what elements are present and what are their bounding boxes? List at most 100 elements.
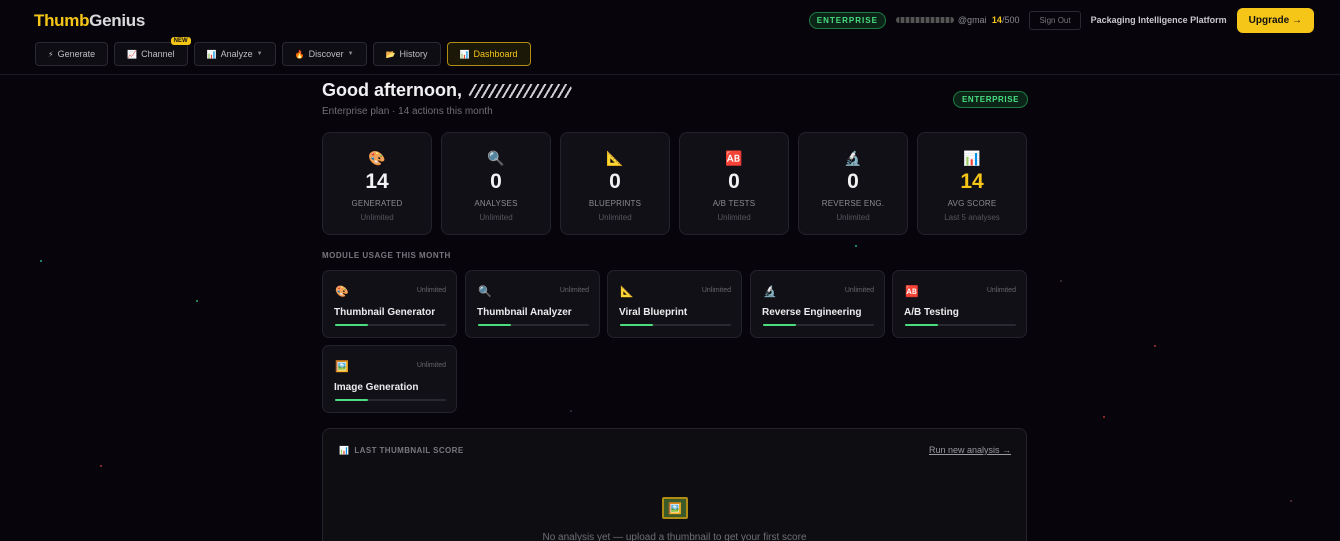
top-bar: ThumbGenius ENTERPRISE @gmai 14/500 Sign… [0, 0, 1340, 75]
module-limit: Unlimited [844, 287, 874, 294]
triangle-ruler-icon: 📐 [620, 286, 634, 298]
nav-label: Discover [308, 49, 344, 59]
plan-badge: ENTERPRISE [808, 11, 886, 29]
module-name: Thumbnail Analyzer [477, 307, 572, 318]
stat-card-generated: 🎨 14 GENERATED Unlimited [322, 132, 432, 235]
usage-limit: /500 [1001, 15, 1020, 25]
module-name: Reverse Engineering [762, 307, 862, 318]
stat-value: 0 [847, 170, 859, 193]
stat-label: AVG SCORE [947, 199, 997, 208]
module-name: Thumbnail Generator [334, 307, 436, 318]
chevron-down-icon: ▼ [347, 51, 354, 57]
module-progress [763, 324, 874, 326]
module-name: Image Generation [334, 382, 419, 393]
framed-picture-icon: 🖼️ [662, 497, 688, 519]
magnifier-icon: 🔍 [487, 150, 505, 166]
module-progress [905, 324, 1016, 326]
stat-label: BLUEPRINTS [588, 199, 642, 208]
nav-history[interactable]: 📂 History [372, 42, 441, 66]
logo-genius: Genius [89, 11, 145, 30]
framed-picture-icon: 🖼️ [335, 361, 349, 373]
new-badge: NEW [170, 37, 191, 45]
module-card-reverse-engineering[interactable]: 🔬 Unlimited Reverse Engineering [750, 270, 885, 338]
ab-icon: 🆎 [725, 150, 743, 166]
module-card-viral-blueprint[interactable]: 📐 Unlimited Viral Blueprint [607, 270, 742, 338]
stat-card-avg-score: 📊 14 AVG SCORE Last 5 analyses [917, 132, 1027, 235]
folder-icon: 📂 [385, 49, 396, 59]
module-progress-fill [335, 324, 369, 326]
stat-label: A/B TESTS [712, 199, 756, 208]
nav-channel[interactable]: 📈 Channel NEW [114, 37, 191, 66]
empty-state-text: No analysis yet — upload a thumbnail to … [542, 532, 807, 541]
name-redaction [467, 83, 572, 98]
email-redaction [895, 17, 954, 23]
plan-badge-main: ENTERPRISE [953, 91, 1029, 108]
page-title: Good afternoon, [322, 80, 572, 101]
header-actions: ENTERPRISE @gmai 14/500 Sign Out Packagi… [808, 7, 1314, 33]
stat-label: ANALYSES [474, 199, 518, 208]
last-score-card: 📊 LAST THUMBNAIL SCORE Run new analysis … [322, 428, 1027, 541]
magnifier-icon: 🔍 [478, 286, 492, 298]
module-progress [620, 324, 731, 326]
stat-value: 0 [728, 170, 740, 193]
bar-chart-icon: 📊 [963, 150, 981, 166]
stat-label: GENERATED [351, 199, 403, 208]
module-card-ab-testing[interactable]: 🆎 Unlimited A/B Testing [892, 270, 1027, 338]
module-limit: Unlimited [559, 287, 589, 294]
nav-label: Generate [57, 49, 96, 59]
module-usage-heading: MODULE USAGE THIS MONTH [322, 251, 451, 260]
last-score-heading: 📊 LAST THUMBNAIL SCORE [339, 446, 464, 455]
app-logo[interactable]: ThumbGenius [34, 11, 145, 31]
stat-card-reverse-eng: 🔬 0 REVERSE ENG. Unlimited [798, 132, 908, 235]
nav-analyze[interactable]: 📊 Analyze ▼ [193, 42, 276, 66]
sign-out-button[interactable]: Sign Out [1029, 10, 1081, 30]
microscope-icon: 🔬 [763, 286, 777, 298]
triangle-ruler-icon: 📐 [606, 150, 624, 166]
stat-sub: Unlimited [479, 213, 513, 222]
module-name: Viral Blueprint [619, 307, 688, 318]
palette-icon: 🎨 [335, 286, 349, 298]
module-card-thumbnail-generator[interactable]: 🎨 Unlimited Thumbnail Generator [322, 270, 457, 338]
module-progress-fill [620, 324, 654, 326]
logo-thumb: Thumb [34, 11, 90, 30]
stat-card-analyses: 🔍 0 ANALYSES Unlimited [441, 132, 551, 235]
run-new-analysis-link[interactable]: Run new analysis → [929, 445, 1011, 455]
module-card-thumbnail-analyzer[interactable]: 🔍 Unlimited Thumbnail Analyzer [465, 270, 600, 338]
stat-card-blueprints: 📐 0 BLUEPRINTS Unlimited [560, 132, 670, 235]
nav-discover[interactable]: 🔥 Discover ▼ [281, 42, 367, 66]
main-nav: ⚡ Generate 📈 Channel NEW 📊 Analyze ▼ 🔥 D… [35, 37, 531, 66]
nav-label: Analyze [220, 49, 253, 59]
upgrade-button[interactable]: Upgrade → [1236, 7, 1314, 33]
stat-sub: Last 5 analyses [944, 213, 1000, 222]
module-limit: Unlimited [986, 287, 1016, 294]
stat-value: 14 [960, 170, 984, 193]
email-visible-text: @gmai [957, 15, 987, 25]
bar-chart-icon: 📊 [206, 49, 217, 59]
module-limit: Unlimited [416, 362, 446, 369]
stat-value: 0 [609, 170, 621, 193]
module-limit: Unlimited [416, 287, 446, 294]
module-card-image-generation[interactable]: 🖼️ Unlimited Image Generation [322, 345, 457, 413]
stat-sub: Unlimited [598, 213, 632, 222]
nav-generate[interactable]: ⚡ Generate [35, 42, 109, 66]
stats-row: 🎨 14 GENERATED Unlimited 🔍 0 ANALYSES Un… [322, 132, 1027, 235]
module-progress [478, 324, 589, 326]
last-score-title: LAST THUMBNAIL SCORE [354, 446, 464, 455]
usage-counter: 14/500 [992, 15, 1020, 25]
stat-sub: Unlimited [360, 213, 394, 222]
bar-chart-icon: 📊 [339, 446, 350, 455]
fire-icon: 🔥 [294, 49, 305, 59]
stat-card-ab-tests: 🆎 0 A/B TESTS Unlimited [679, 132, 789, 235]
nav-dashboard[interactable]: 📊 Dashboard [446, 42, 531, 66]
nav-label: Channel [141, 49, 175, 59]
stat-label: REVERSE ENG. [821, 199, 885, 208]
platform-label: Packaging Intelligence Platform [1090, 15, 1227, 25]
bar-chart-icon: 📊 [459, 49, 470, 59]
stat-value: 14 [365, 170, 389, 193]
lightning-icon: ⚡ [48, 49, 54, 59]
microscope-icon: 🔬 [844, 150, 862, 166]
nav-label: History [399, 49, 428, 59]
module-progress [335, 399, 446, 401]
stat-value: 0 [490, 170, 502, 193]
module-progress-fill [478, 324, 512, 326]
